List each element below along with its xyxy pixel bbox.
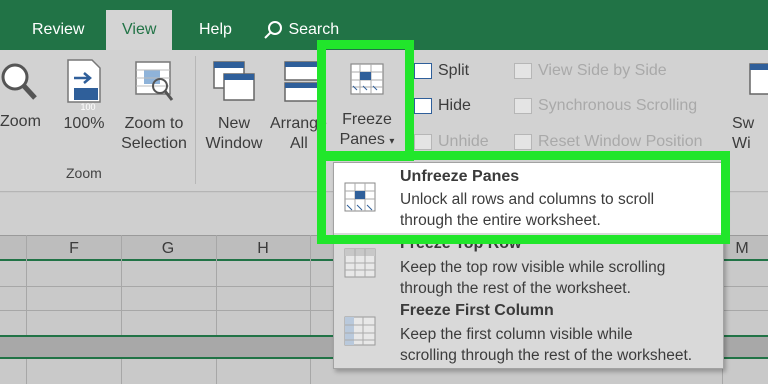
highlight-unfreeze-panes: [317, 151, 730, 244]
new-window-button[interactable]: New Window: [202, 60, 266, 154]
search-label: Search: [288, 21, 340, 38]
view-side-by-side-button[interactable]: View Side by Side: [514, 62, 667, 80]
arrange-all-icon: [284, 61, 320, 102]
zoom-button[interactable]: Zoom: [0, 60, 44, 132]
unhide-label: Unhide: [438, 133, 489, 150]
synchronous-scrolling-button[interactable]: Synchronous Scrolling: [514, 97, 697, 115]
split-button[interactable]: Split: [414, 62, 469, 80]
freeze-top-row-desc-1: Keep the top row visible while scrolling: [400, 259, 666, 276]
tab-review[interactable]: Review: [32, 10, 84, 50]
hide-label: Hide: [438, 97, 471, 114]
tab-view[interactable]: View: [106, 10, 173, 50]
zoom-group-label: Zoom: [66, 165, 102, 181]
column-header-f[interactable]: F: [64, 240, 84, 258]
column-header-m[interactable]: M: [732, 240, 752, 258]
column-header-h[interactable]: H: [253, 240, 273, 258]
highlight-freeze-panes: [317, 40, 414, 161]
zoom-to-selection-button[interactable]: Zoom to Selection: [116, 58, 192, 154]
switch-windows-icon: [749, 63, 768, 95]
sync-scroll-label: Synchronous Scrolling: [538, 97, 698, 114]
zoom-100-label: 100%: [63, 115, 105, 132]
hide-button[interactable]: Hide: [414, 97, 471, 115]
zoom-selection-icon: [135, 61, 174, 101]
reset-position-icon: [514, 134, 532, 150]
freeze-top-row-desc-2: through the rest of the worksheet.: [400, 280, 631, 297]
split-icon: [414, 63, 432, 79]
column-header-g[interactable]: G: [158, 240, 178, 258]
freeze-first-column-icon: [344, 316, 376, 346]
unhide-icon: [414, 134, 432, 150]
new-window-label-2: Window: [205, 135, 263, 152]
tab-help[interactable]: Help: [199, 10, 232, 50]
switch-windows-label-2: Wi: [732, 135, 751, 152]
zoom-sel-label-2: Selection: [121, 135, 187, 152]
zoom-sel-label-1: Zoom to: [124, 115, 184, 132]
zoom-label: Zoom: [0, 113, 41, 130]
search-icon: [264, 20, 282, 39]
switch-windows-button[interactable]: Sw Wi: [732, 60, 768, 154]
zoom-100-badge: 100: [80, 102, 96, 112]
zoom-100-button[interactable]: 100 100%: [58, 58, 110, 134]
magnifier-icon: [1, 63, 37, 100]
menu-item-freeze-top-row[interactable]: Freeze Top Row Keep the top row visible …: [334, 235, 723, 301]
sync-scroll-icon: [514, 98, 532, 114]
new-window-label-1: New: [217, 115, 250, 132]
freeze-first-column-title: Freeze First Column: [400, 302, 554, 319]
split-label: Split: [438, 62, 470, 79]
freeze-first-column-desc-1: Keep the first column visible while: [400, 326, 633, 343]
freeze-top-row-icon: [344, 248, 376, 278]
group-separator: [195, 56, 196, 184]
unhide-button[interactable]: Unhide: [414, 133, 489, 151]
view-side-label: View Side by Side: [538, 62, 667, 79]
switch-windows-label-1: Sw: [732, 115, 755, 132]
menu-item-freeze-first-column[interactable]: Freeze First Column Keep the first colum…: [334, 301, 723, 369]
new-window-icon: [213, 61, 255, 101]
side-by-side-icon: [514, 63, 532, 79]
freeze-first-column-desc-2: scrolling through the rest of the worksh…: [400, 347, 693, 364]
hide-icon: [414, 98, 432, 114]
reset-window-position-button[interactable]: Reset Window Position: [514, 133, 703, 151]
reset-pos-label: Reset Window Position: [538, 133, 703, 150]
